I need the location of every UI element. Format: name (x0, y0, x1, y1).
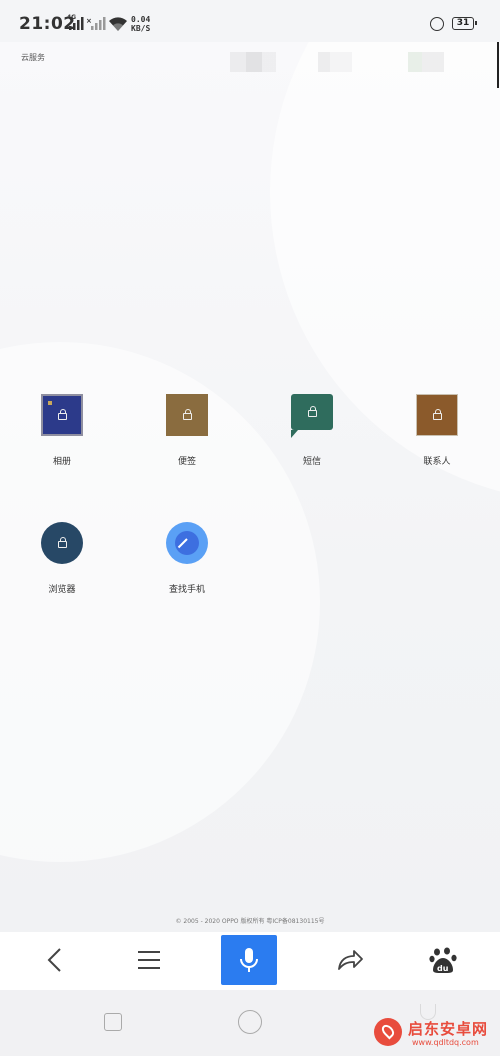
microphone-icon (240, 948, 258, 972)
signal-off-icon: × (86, 17, 106, 30)
svg-text:du: du (437, 964, 449, 973)
browser-toolbar: du (0, 932, 500, 990)
contacts-icon (416, 394, 458, 436)
signal-icon (69, 17, 84, 30)
menu-button[interactable] (121, 935, 177, 985)
scroll-indicator (497, 42, 499, 88)
find-phone-icon (166, 522, 208, 564)
app-browser[interactable]: 浏览器 (17, 522, 107, 595)
photos-icon (41, 394, 83, 436)
watermark-url: www.qdltdq.com (412, 1038, 479, 1047)
battery-level: 31 (456, 18, 470, 28)
lock-icon (432, 409, 442, 420)
wifi-icon (109, 17, 127, 31)
status-bar: 21:02 4G × 0.04 KB/S 31 (0, 0, 500, 42)
menu-icon (138, 951, 160, 969)
network-speed: 0.04 KB/S (131, 15, 150, 33)
sms-icon (291, 394, 333, 438)
browser-icon (41, 522, 83, 564)
lock-icon (57, 409, 67, 420)
copyright-text: © 2005 - 2020 OPPO 版权所有 粤ICP备08130115号 (175, 918, 325, 925)
app-photos[interactable]: 相册 (17, 394, 107, 467)
speed-value: 0.04 (131, 15, 151, 24)
share-button[interactable] (322, 935, 378, 985)
watermark-logo-icon (374, 1018, 402, 1046)
app-label: 查找手机 (168, 585, 205, 595)
blurred-account-info (212, 52, 482, 72)
battery-icon: 31 (452, 17, 477, 30)
watermark-name: 启东安卓网 (408, 1020, 489, 1038)
app-sms[interactable]: 短信 (267, 394, 357, 467)
app-label: 相册 (52, 457, 71, 467)
baidu-button[interactable]: du (415, 935, 471, 985)
app-label: 短信 (302, 457, 321, 467)
speed-unit: KB/S (131, 24, 151, 33)
lock-icon (57, 537, 67, 548)
app-notes[interactable]: 便签 (142, 394, 232, 467)
lock-icon (307, 406, 317, 417)
app-label: 便签 (177, 457, 196, 467)
lock-icon (182, 409, 192, 420)
app-find-phone[interactable]: 查找手机 (142, 522, 232, 595)
voice-search-button[interactable] (221, 935, 277, 985)
notes-icon (166, 394, 208, 436)
svg-text:×: × (86, 17, 92, 25)
site-title: 云服务 (21, 53, 45, 62)
back-button[interactable] (27, 935, 83, 985)
home-icon[interactable] (238, 1010, 262, 1034)
app-label: 联系人 (423, 457, 451, 467)
site-watermark: 启东安卓网 www.qdltdq.com (372, 1014, 498, 1054)
share-icon (338, 950, 363, 970)
baidu-icon: du (429, 947, 457, 973)
rotation-lock-icon (430, 17, 444, 31)
app-contacts[interactable]: 联系人 (392, 394, 482, 467)
cloud-service-page: 云服务 相册 便签 短信 联系人 浏览器 查找手机 © 2005 - 2020 … (0, 42, 500, 932)
recent-apps-icon[interactable] (104, 1013, 122, 1031)
back-icon (47, 948, 61, 972)
app-label: 浏览器 (48, 585, 76, 595)
